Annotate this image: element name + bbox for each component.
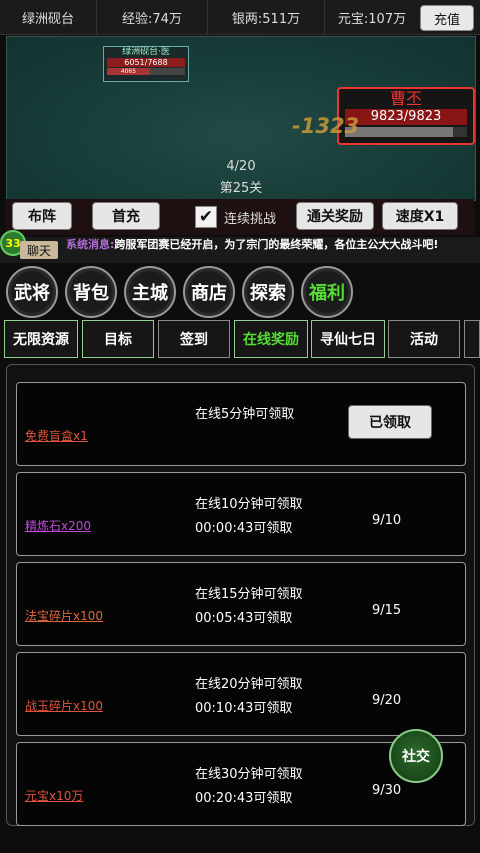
speed-button[interactable]: 速度X1 [382,202,458,230]
wave-counter: 4/20 [226,159,256,174]
player-unit[interactable]: 绿洲砚台·医 6051/7688 4065 [103,46,189,82]
chat-button[interactable]: 聊天 [20,241,58,259]
chat-message-text: 跨服军团赛已经开启，为了宗门的最终荣耀，各位主公大大战斗吧! [114,238,439,251]
reward-progress: 9/10 [372,513,402,528]
enemy-hp: 9823/9823 [345,109,467,125]
tab-goals[interactable]: 目标 [82,320,154,358]
reward-timer: 00:10:43可领取 [195,701,293,716]
stage-label: 第25关 [219,181,263,196]
auto-challenge-label: 连续挑战 [224,212,277,227]
formation-button[interactable]: 布阵 [12,202,72,230]
nav-main-city[interactable]: 主城 [124,266,176,318]
reward-condition: 在线5分钟可领取 [195,407,295,422]
reward-item-link[interactable]: 精炼石x200 [25,517,91,534]
location-label: 绿洲砚台 [0,0,97,34]
nav-generals[interactable]: 武将 [6,266,58,318]
player-hp: 6051/7688 [107,58,185,67]
stage-reward-button[interactable]: 通关奖励 [296,202,374,230]
reward-condition: 在线15分钟可领取 [195,587,303,602]
reward-card: 免费盲盒x1 在线5分钟可领取 已领取 [16,382,466,466]
tab-sign-in[interactable]: 签到 [158,320,230,358]
player-mp-bar: 4065 [107,68,185,75]
first-recharge-button[interactable]: 首充 [92,202,160,230]
enemy-energy-bar [345,127,467,137]
yuanbao-display: 元宝:107万 [337,11,407,27]
reward-item-link[interactable]: 元宝x10万 [25,787,83,804]
enemy-name: 曹丕 [389,89,422,108]
top-bar: 绿洲砚台 经验:74万 银两:511万 元宝:107万 [0,0,480,35]
nav-explore[interactable]: 探索 [242,266,294,318]
chat-message: 系统消息:跨服军团赛已经开启，为了宗门的最终荣耀，各位主公大大战斗吧! [66,238,476,251]
exp-display: 经验:74万 [97,0,208,34]
reward-card: 战玉碎片x100 在线20分钟可领取 00:10:43可领取 9/20 [16,652,466,736]
tab-online-rewards[interactable]: 在线奖励 [234,320,308,358]
claimed-button[interactable]: 已领取 [348,405,432,439]
recharge-button[interactable]: 充值 [420,5,474,31]
system-tag: 系统消息: [66,238,115,251]
reward-timer: 00:00:43可领取 [195,521,293,536]
reward-timer: 00:20:43可领取 [195,791,293,806]
player-name: 绿洲砚台·医 [122,47,170,57]
reward-condition: 在线10分钟可领取 [195,497,303,512]
nav-shop[interactable]: 商店 [183,266,235,318]
tab-seven-days[interactable]: 寻仙七日 [311,320,385,358]
reward-card: 法宝碎片x100 在线15分钟可领取 00:05:43可领取 9/15 [16,562,466,646]
tab-overflow[interactable] [464,320,480,358]
nav-bag[interactable]: 背包 [65,266,117,318]
reward-progress: 9/20 [372,693,402,708]
reward-card: 精炼石x200 在线10分钟可领取 00:00:43可领取 9/10 [16,472,466,556]
reward-condition: 在线30分钟可领取 [195,767,303,782]
silver-display: 银两:511万 [208,0,325,34]
nav-welfare[interactable]: 福利 [301,266,353,318]
reward-item-link[interactable]: 法宝碎片x100 [25,607,103,624]
social-button[interactable]: 社交 [389,729,443,783]
reward-progress: 9/30 [372,783,402,798]
tab-activities[interactable]: 活动 [388,320,460,358]
reward-item-link[interactable]: 免费盲盒x1 [25,427,88,444]
tab-unlimited-resources[interactable]: 无限资源 [4,320,78,358]
auto-challenge-checkbox[interactable]: ✔ [195,206,217,228]
reward-timer: 00:05:43可领取 [195,611,293,626]
reward-progress: 9/15 [372,603,402,618]
reward-condition: 在线20分钟可领取 [195,677,303,692]
damage-number: -1323 [292,114,360,138]
battle-scene: 绿洲砚台·医 6051/7688 4065 曹丕 9823/9823 -1323… [6,36,476,201]
reward-item-link[interactable]: 战玉碎片x100 [25,697,103,714]
